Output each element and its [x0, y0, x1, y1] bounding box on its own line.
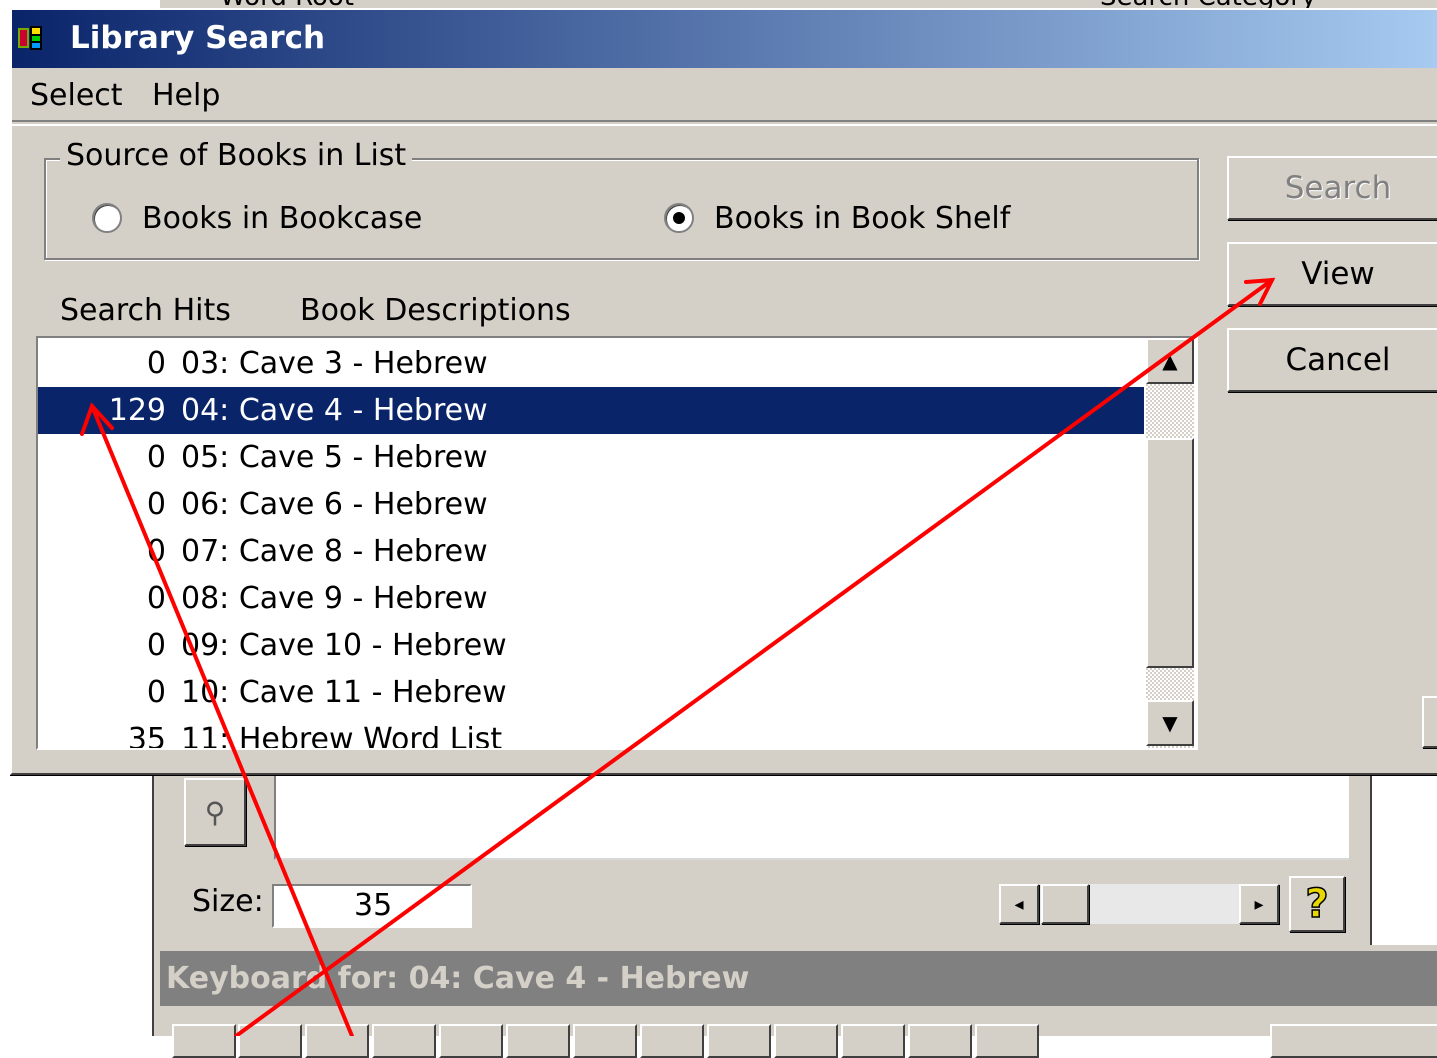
arrow-to-selected-row: [90, 404, 354, 1036]
arrow-head-icon: [1244, 277, 1276, 306]
annotation-arrows: [80, 277, 1276, 1036]
arrow-to-view-button: [234, 278, 1274, 1036]
